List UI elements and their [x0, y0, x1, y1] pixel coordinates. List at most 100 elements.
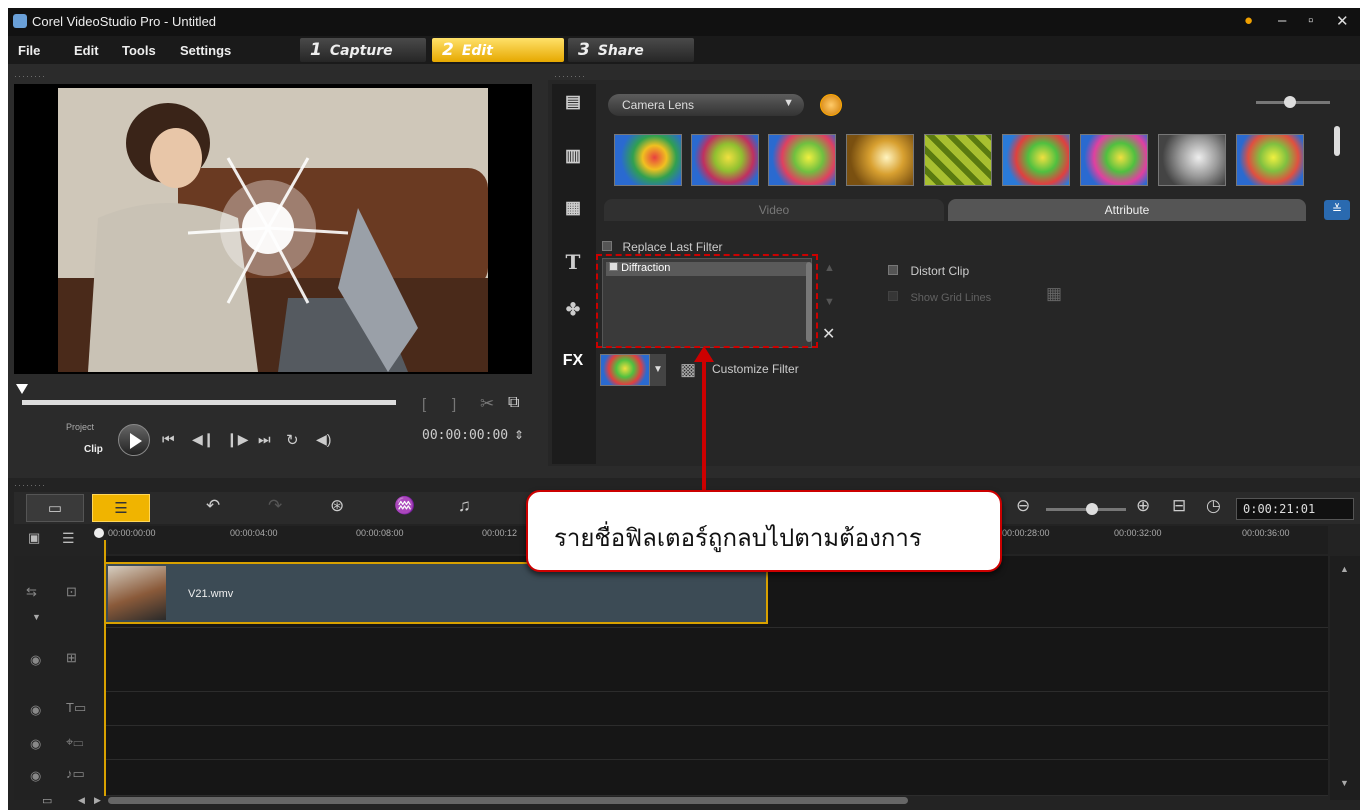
timeline-grip[interactable]: ········	[14, 480, 46, 490]
redo-icon[interactable]: ↷	[268, 496, 282, 516]
voice-track-icon[interactable]: ⌖▭	[66, 734, 83, 750]
timeline-view-button[interactable]: ☰	[92, 494, 150, 522]
delete-filter-icon[interactable]: ✕	[822, 324, 835, 344]
close-button[interactable]: ✕	[1336, 12, 1349, 30]
title-track[interactable]	[104, 692, 1328, 726]
enlarge-icon[interactable]: ⧉	[508, 394, 519, 412]
ripple-dropdown-icon[interactable]: ▼	[32, 612, 41, 622]
timeline-vertical-scrollbar[interactable]: ▲ ▼	[1330, 556, 1360, 800]
filter-thumbnail[interactable]	[1158, 134, 1226, 186]
playhead-marker[interactable]	[94, 528, 104, 538]
overlay-track-icon[interactable]: ⊞	[66, 650, 77, 666]
filter-thumbnail[interactable]	[614, 134, 682, 186]
customize-filter-icon[interactable]: ▩	[680, 360, 696, 380]
browse-icon[interactable]	[820, 94, 842, 116]
customize-filter-label[interactable]: Customize Filter	[712, 362, 799, 376]
overlay-track[interactable]	[104, 628, 1328, 692]
title-track-toggle-icon[interactable]: ◉	[30, 702, 41, 718]
overlay-track-toggle-icon[interactable]: ◉	[30, 652, 41, 668]
menu-tools[interactable]: Tools	[122, 43, 156, 58]
library-scrollbar[interactable]	[1334, 126, 1340, 156]
filter-thumbnail[interactable]	[768, 134, 836, 186]
title-icon[interactable]: T	[558, 250, 588, 276]
filter-thumbnail[interactable]	[846, 134, 914, 186]
ruler-tick-label: 00:00:36:00	[1242, 528, 1290, 538]
preset-filter-button[interactable]	[600, 354, 650, 386]
mark-out-icon[interactable]: ]	[452, 396, 456, 413]
music-track-toggle-icon[interactable]: ◉	[30, 768, 41, 784]
sound-mixer-icon[interactable]: ♒	[394, 496, 415, 516]
slider-knob[interactable]	[1284, 96, 1296, 108]
scroll-left-icon[interactable]: ◀	[78, 795, 85, 806]
project-mode-label[interactable]: Project	[66, 422, 94, 432]
player-grip[interactable]: ········	[14, 71, 46, 81]
zoom-slider[interactable]	[1046, 503, 1126, 515]
expand-options-button[interactable]: ≚	[1324, 200, 1350, 220]
zoom-slider-knob[interactable]	[1086, 503, 1098, 515]
scroll-up-icon[interactable]: ▲	[1340, 564, 1349, 574]
filter-thumbnail[interactable]	[1236, 134, 1304, 186]
filter-thumbnail[interactable]	[924, 134, 992, 186]
preset-dropdown-button[interactable]: ▼	[650, 354, 666, 386]
thumbnail-size-slider[interactable]	[1256, 96, 1330, 108]
undo-icon[interactable]: ↶	[206, 496, 220, 516]
ripple-edit-icon[interactable]: ⇆	[26, 584, 37, 600]
step-share-tab[interactable]: 3 Share	[568, 38, 694, 62]
next-frame-icon[interactable]: ❙▶	[226, 431, 249, 448]
timeline-horizontal-scrollbar[interactable]	[108, 797, 908, 804]
fit-project-icon[interactable]: ⊟	[1172, 496, 1186, 516]
music-track[interactable]	[104, 760, 1328, 796]
previous-frame-icon[interactable]: ◀❙	[192, 431, 215, 448]
minimize-button[interactable]: –	[1278, 12, 1286, 29]
player-timecode[interactable]: 00:00:00:00	[422, 428, 508, 443]
end-icon[interactable]: ⏭	[258, 431, 271, 448]
tab-attribute[interactable]: Attribute	[948, 199, 1306, 221]
timecode-spinner-icon[interactable]: ⇕	[514, 428, 524, 442]
filter-thumbnail[interactable]	[1080, 134, 1148, 186]
menu-settings[interactable]: Settings	[180, 43, 231, 58]
menu-file[interactable]: File	[18, 43, 40, 58]
scrub-handle[interactable]	[16, 384, 28, 394]
record-capture-icon[interactable]: ⊛	[330, 496, 344, 516]
volume-icon[interactable]: ◀)	[316, 431, 331, 448]
video-track-icon[interactable]: ⊡	[66, 584, 77, 600]
home-icon[interactable]: ⏮	[162, 431, 175, 448]
scrub-bar[interactable]	[22, 400, 396, 405]
track-manager-icon[interactable]: ☰	[62, 530, 75, 547]
voice-track-toggle-icon[interactable]: ◉	[30, 736, 41, 752]
mark-in-icon[interactable]: [	[422, 396, 426, 413]
timeline-timecode[interactable]: 0:00:21:01	[1236, 498, 1354, 520]
move-up-icon[interactable]: ▲	[824, 262, 835, 274]
graphic-icon[interactable]: ✤	[558, 300, 588, 326]
music-track-icon[interactable]: ♪▭	[66, 766, 85, 782]
media-library-icon[interactable]: ▤	[558, 92, 588, 118]
help-icon[interactable]: ●	[1244, 12, 1253, 29]
storyboard-view-button[interactable]: ▭	[26, 494, 84, 522]
scroll-down-icon[interactable]: ▼	[1340, 778, 1349, 788]
repeat-icon[interactable]: ↻	[286, 431, 299, 449]
title-track-icon[interactable]: T▭	[66, 700, 86, 716]
tab-video[interactable]: Video	[604, 199, 944, 221]
filter-thumbnail[interactable]	[1002, 134, 1070, 186]
show-all-tracks-icon[interactable]: ▣	[28, 530, 40, 546]
fx-filter-icon[interactable]: FX	[558, 352, 588, 378]
zoom-in-icon[interactable]: ⊕	[1136, 496, 1150, 516]
restore-button[interactable]: ▫	[1308, 12, 1313, 29]
zoom-out-icon[interactable]: ⊖	[1016, 496, 1030, 516]
split-icon[interactable]: ✂	[480, 394, 494, 414]
step-edit-tab[interactable]: 2 Edit	[432, 38, 564, 62]
distort-clip-checkbox[interactable]: Distort Clip	[888, 262, 969, 280]
voice-track[interactable]	[104, 726, 1328, 760]
filter-thumbnail[interactable]	[691, 134, 759, 186]
scroll-right-icon[interactable]: ▶	[94, 795, 101, 806]
clip-mode-label[interactable]: Clip	[84, 444, 103, 455]
move-down-icon[interactable]: ▼	[824, 296, 835, 308]
timeline-menu-icon[interactable]: ▭	[42, 794, 52, 807]
instant-project-icon[interactable]: ▥	[558, 146, 588, 172]
auto-music-icon[interactable]: ♫	[458, 496, 471, 516]
step-capture-tab[interactable]: 1 Capture	[300, 38, 426, 62]
transition-icon[interactable]: ▦	[558, 198, 588, 224]
filter-category-dropdown[interactable]: Camera Lens ▼	[608, 94, 804, 116]
play-button[interactable]	[118, 424, 150, 456]
menu-edit[interactable]: Edit	[74, 43, 99, 58]
